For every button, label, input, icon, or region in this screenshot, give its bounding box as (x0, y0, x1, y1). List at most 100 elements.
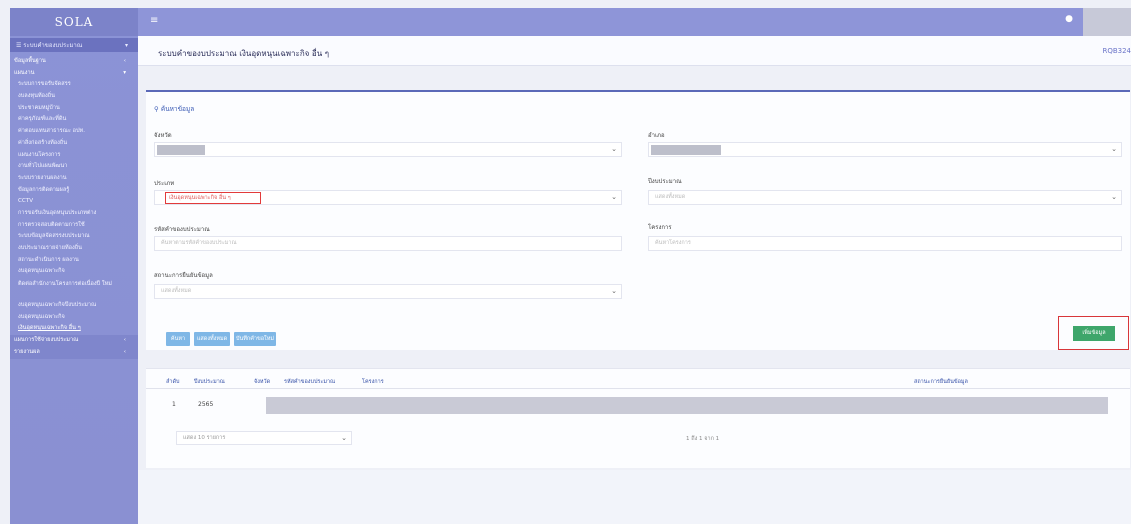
sidebar-item[interactable]: แผนการใช้จ่ายงบประมาณ ‹ (10, 335, 138, 347)
col-request-code[interactable]: รหัสคำของบประมาณ (284, 378, 335, 386)
sidebar-item[interactable]: ค่าสิ่งก่อสร้างท้องถิ่น (10, 138, 138, 150)
chevron-down-icon: ⌄ (611, 145, 617, 153)
sidebar-item-label: สถานะดำเนินการ ผลงาน (18, 256, 79, 263)
sidebar-item-label: ติดต่อสำนักงานโครงการต่อเนื่องปี ใหม่ (18, 281, 112, 288)
page-background (138, 470, 1131, 524)
project-label: โครงการ (648, 224, 672, 231)
sidebar-item[interactable]: ติดต่อสำนักงานโครงการต่อเนื่องปี ใหม่ (10, 278, 138, 300)
sidebar-item[interactable]: งานทั่วไปแผนพัฒนา (10, 161, 138, 173)
chevron-icon: ▾ (123, 69, 126, 76)
page-size-value: แสดง 10 รายการ (183, 435, 226, 441)
table-row[interactable]: 1 2565 (146, 395, 1130, 415)
new-request-button[interactable]: บันทึกคำขอใหม่ (234, 332, 276, 346)
sidebar-item[interactable]: งบอุดหนุนเฉพาะกิจ (10, 312, 138, 324)
sidebar-item-label: งบประมาณรายจ่ายท้องถิ่น (18, 245, 82, 251)
sidebar-item-label: ประชาคมหมู่บ้าน (18, 104, 60, 111)
table-header: ลำดับ ปีงบประมาณ จังหวัด รหัสคำของบประมา… (146, 375, 1130, 389)
sidebar-item[interactable]: ค่าครุภัณฑ์และที่ดิน (10, 114, 138, 126)
sidebar-item-label: แผนงาน (14, 69, 35, 76)
row-redacted (266, 397, 1108, 414)
sidebar-top-menu[interactable]: ☰ ระบบคำของบประมาณ ▾ (10, 38, 138, 52)
request-code-input[interactable]: ค้นหาตามรหัสคำของบประมาณ (154, 236, 622, 251)
sidebar-item-label: งบลงทุนท้องถิ่น (18, 93, 55, 100)
sidebar-item[interactable]: ค่าตอบแทนสาธารณะ อปท. (10, 126, 138, 138)
search-icon: ⚲ (154, 105, 159, 113)
search-button[interactable]: ค้นหา (166, 332, 190, 346)
province-label: จังหวัด (154, 132, 172, 139)
sidebar-item[interactable]: รายงานผล ‹ (10, 346, 138, 359)
page-size-select[interactable]: แสดง 10 รายการ ⌄ (176, 431, 352, 445)
sidebar-item-label: ระบบข้อมูลจัดสรรงบประมาณ (18, 233, 90, 240)
sidebar-item[interactable]: แผนงานโครงการ (10, 150, 138, 162)
sidebar-item[interactable]: ประชาคมหมู่บ้าน (10, 103, 138, 115)
sidebar-item[interactable]: เงินอุดหนุนเฉพาะกิจ อื่น ๆ (10, 323, 138, 335)
sidebar-item-label: การขอรับเงินอุดหนุนประเภทต่าง (18, 209, 97, 216)
chevron-down-icon: ⌄ (611, 193, 617, 201)
sidebar-item[interactable]: CCTV (10, 196, 138, 208)
sidebar-item-label: แผนงานโครงการ (18, 151, 61, 158)
show-all-button[interactable]: แสดงทั้งหมด (194, 332, 230, 346)
sidebar-item-label: งบอุดหนุนเฉพาะกิจ (18, 313, 65, 320)
sidebar-top-menu-label: ระบบคำของบประมาณ (23, 42, 83, 49)
sidebar-item[interactable]: งบลงทุนท้องถิ่น (10, 91, 138, 103)
menu-list-icon: ☰ (16, 41, 24, 49)
sidebar-item-label: ค่าสิ่งก่อสร้างท้องถิ่น (18, 139, 68, 146)
chevron-down-icon: ▾ (124, 41, 128, 49)
col-province[interactable]: จังหวัด (254, 378, 270, 386)
brand-logo[interactable]: SOLA (10, 8, 138, 36)
fiscal-year-select[interactable]: แสดงทั้งหมด ⌄ (648, 190, 1122, 205)
province-select[interactable]: ⌄ (154, 142, 622, 157)
search-panel-title: ⚲ ค้นหาข้อมูล (154, 104, 194, 114)
user-avatar[interactable] (1083, 8, 1131, 36)
col-project[interactable]: โครงการ (362, 378, 384, 386)
chevron-down-icon: ⌄ (1111, 145, 1117, 153)
chevron-down-icon: ⌄ (341, 434, 347, 442)
sidebar-item[interactable]: ระบบรายงานผลงาน (10, 173, 138, 185)
request-code-label: รหัสคำของบประมาณ (154, 226, 210, 233)
page-title: ระบบคำของบประมาณ เงินอุดหนุนเฉพาะกิจ อื่… (158, 49, 330, 58)
sidebar-item-label: ค่าครุภัณฑ์และที่ดิน (18, 116, 67, 123)
search-heading: ค้นหาข้อมูล (160, 105, 195, 113)
sidebar-item[interactable]: ข้อมูลการติดตามผลรู้ (10, 185, 138, 197)
category-select[interactable]: เงินอุดหนุนเฉพาะกิจ อื่น ๆ ⌄ (154, 190, 622, 205)
category-label: ประเภท (154, 180, 175, 187)
sidebar-item[interactable]: แผนงาน ▾ (10, 68, 138, 80)
chevron-icon: ‹ (123, 58, 126, 64)
sidebar-item-label: ข้อมูลพื้นฐาน (14, 58, 46, 64)
results-table: ลำดับ ปีงบประมาณ จังหวัด รหัสคำของบประมา… (146, 368, 1130, 468)
sidebar-item-label: งานทั่วไปแผนพัฒนา (18, 163, 68, 170)
hamburger-icon[interactable]: ≡ (150, 15, 158, 26)
sidebar-item[interactable]: สถานะดำเนินการ ผลงาน (10, 255, 138, 267)
district-select[interactable]: ⌄ (648, 142, 1122, 157)
top-navbar: ≡ ● (138, 8, 1131, 36)
sidebar-item[interactable]: ข้อมูลพื้นฐาน ‹ (10, 56, 138, 68)
sidebar-item-label: งบอุดหนุนเฉพาะกิจปีงบประมาณ (18, 302, 97, 309)
chevron-icon: ‹ (123, 348, 126, 355)
col-year[interactable]: ปีงบประมาณ (194, 378, 225, 386)
district-label: อำเภอ (648, 132, 665, 139)
sidebar-item[interactable]: การตรวจสอบติดตามการใช้ (10, 220, 138, 232)
user-icon[interactable]: ● (1065, 14, 1073, 24)
sidebar: SOLA ☰ ระบบคำของบประมาณ ▾ ข้อมูลพื้นฐาน ‹… (10, 8, 138, 524)
sidebar-item[interactable]: การขอรับเงินอุดหนุนประเภทต่าง (10, 208, 138, 220)
col-index[interactable]: ลำดับ (166, 378, 180, 386)
district-value-redacted (651, 145, 721, 155)
row-year: 2565 (198, 401, 214, 408)
project-input[interactable]: ค้นหาโครงการ (648, 236, 1122, 251)
row-index: 1 (172, 401, 176, 408)
sidebar-item[interactable]: ระบบการขอรับจัดสรร (10, 79, 138, 91)
category-value-highlight: เงินอุดหนุนเฉพาะกิจ อื่น ๆ (165, 192, 261, 204)
sidebar-item[interactable]: งบอุดหนุนเฉพาะกิจปีงบประมาณ (10, 300, 138, 312)
search-panel: ⚲ ค้นหาข้อมูล จังหวัด ⌄ อำเภอ ⌄ ประเภท เ… (146, 90, 1130, 350)
sidebar-item[interactable]: ระบบข้อมูลจัดสรรงบประมาณ (10, 231, 138, 243)
page-header: ระบบคำของบประมาณ เงินอุดหนุนเฉพาะกิจ อื่… (138, 36, 1131, 66)
col-status[interactable]: สถานะการยืนยันข้อมูล (914, 378, 968, 386)
pager-info: 1 ถึง 1 จาก 1 (686, 436, 720, 442)
sidebar-item[interactable]: งบประมาณรายจ่ายท้องถิ่น (10, 243, 138, 255)
fiscal-year-label: ปีงบประมาณ (648, 178, 682, 185)
sidebar-item[interactable]: งบอุดหนุนเฉพาะกิจ (10, 266, 138, 278)
add-data-button[interactable]: เพิ่มข้อมูล (1073, 326, 1115, 341)
sidebar-item-label: ระบบรายงานผลงาน (18, 174, 67, 181)
status-select[interactable]: แสดงทั้งหมด ⌄ (154, 284, 622, 299)
add-data-highlight: เพิ่มข้อมูล (1058, 316, 1129, 350)
